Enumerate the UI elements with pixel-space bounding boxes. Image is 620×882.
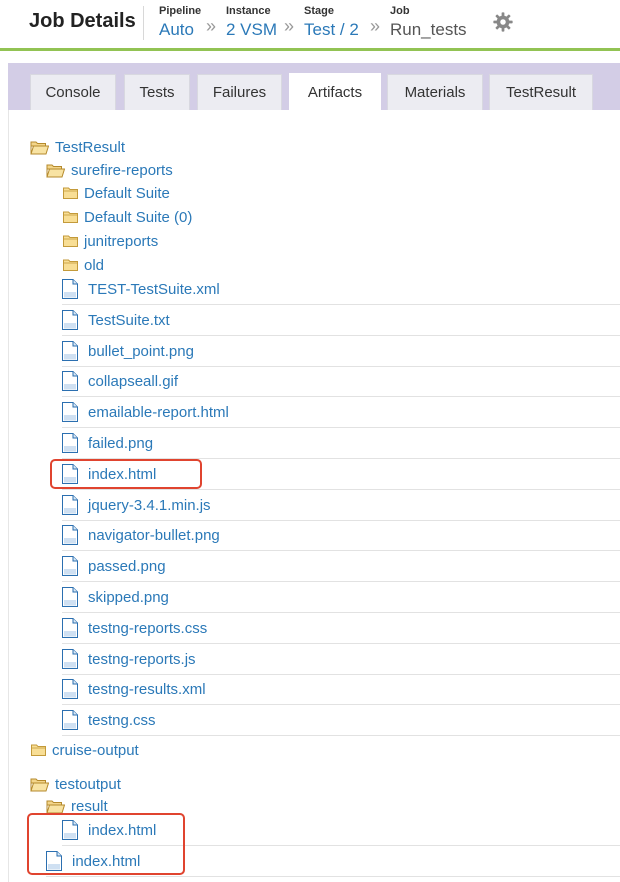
highlight-box xyxy=(50,459,202,489)
tree-file[interactable]: failed.png xyxy=(62,428,620,459)
folder-open-icon xyxy=(46,163,65,178)
tree-file[interactable]: skipped.png xyxy=(62,582,620,613)
folder-label: cruise-output xyxy=(52,741,139,759)
folder-label: Default Suite xyxy=(84,184,170,202)
tree-file[interactable]: passed.png xyxy=(62,551,620,582)
file-icon xyxy=(62,495,78,515)
tree-folder[interactable]: junitreports xyxy=(63,229,158,253)
folder-label: surefire-reports xyxy=(71,161,173,179)
file-label: TEST-TestSuite.xml xyxy=(88,280,220,298)
job-tabs: Console Tests Failures Artifacts Materia… xyxy=(8,63,620,111)
folder-icon xyxy=(63,235,78,247)
breadcrumb-separator: » xyxy=(370,16,381,36)
folder-label: TestResult xyxy=(55,138,126,156)
file-label: skipped.png xyxy=(88,588,169,606)
breadcrumb-separator: » xyxy=(284,16,295,36)
file-label: testng-reports.css xyxy=(88,619,208,637)
tab-materials[interactable]: Materials xyxy=(387,74,483,110)
breadcrumb-pipeline[interactable]: Pipeline Auto xyxy=(159,5,201,42)
file-icon xyxy=(62,587,78,607)
tab-testresult[interactable]: TestResult xyxy=(489,74,593,110)
breadcrumb-link[interactable]: Auto xyxy=(159,18,201,42)
highlight-box xyxy=(27,813,185,875)
tree-file[interactable]: testng.css xyxy=(62,705,620,736)
tab-tests[interactable]: Tests xyxy=(124,74,190,110)
file-icon xyxy=(62,402,78,422)
file-label: TestSuite.txt xyxy=(88,311,170,329)
breadcrumb-link[interactable]: Test / 2 xyxy=(304,18,359,42)
file-icon xyxy=(62,279,78,299)
tree-folder-testresult[interactable]: TestResult xyxy=(30,135,125,159)
tree-file[interactable]: navigator-bullet.png xyxy=(62,520,620,551)
tree-file[interactable]: testng-reports.js xyxy=(62,644,620,675)
breadcrumb-label: Pipeline xyxy=(159,5,202,17)
folder-label: testoutput xyxy=(55,775,121,793)
page-title: Job Details xyxy=(29,10,136,32)
tree-folder-testoutput[interactable]: testoutput xyxy=(30,772,121,796)
tab-console[interactable]: Console xyxy=(30,74,116,110)
folder-icon xyxy=(63,211,78,223)
folder-open-icon xyxy=(30,777,49,792)
breadcrumb-link[interactable]: 2 VSM xyxy=(226,18,277,42)
file-icon xyxy=(62,371,78,391)
file-icon xyxy=(62,710,78,730)
file-icon xyxy=(62,618,78,638)
breadcrumb-label: Job xyxy=(390,5,410,17)
breadcrumb-job: Job Run_tests xyxy=(390,5,467,42)
tree-file[interactable]: TestSuite.txt xyxy=(62,305,620,336)
artifacts-panel: TestResult surefire-reports Default Suit… xyxy=(8,110,620,882)
file-label: collapseall.gif xyxy=(88,372,179,390)
file-label: testng.css xyxy=(88,711,156,729)
folder-open-icon xyxy=(30,140,49,155)
file-label: failed.png xyxy=(88,434,154,452)
file-label: passed.png xyxy=(88,557,166,575)
breadcrumb-instance[interactable]: Instance 2 VSM xyxy=(226,5,277,42)
gear-icon[interactable] xyxy=(492,11,514,33)
file-label: jquery-3.4.1.min.js xyxy=(88,496,211,514)
tab-artifacts[interactable]: Artifacts xyxy=(289,73,381,111)
file-label: testng-results.xml xyxy=(88,680,206,698)
tree-file[interactable]: testng-results.xml xyxy=(62,674,620,705)
tree-folder[interactable]: Default Suite (0) xyxy=(63,205,192,229)
file-label: navigator-bullet.png xyxy=(88,526,220,544)
file-icon xyxy=(62,556,78,576)
folder-label: junitreports xyxy=(84,232,159,250)
header-divider xyxy=(143,6,144,40)
folder-label: Default Suite (0) xyxy=(84,208,193,226)
header-accent-line xyxy=(0,48,620,51)
file-icon xyxy=(62,433,78,453)
breadcrumb-separator: » xyxy=(206,16,217,36)
folder-open-icon xyxy=(46,799,65,814)
folder-icon xyxy=(63,187,78,199)
tree-file[interactable]: testng-reports.css xyxy=(62,613,620,644)
file-icon xyxy=(62,525,78,545)
file-label: bullet_point.png xyxy=(88,342,194,360)
folder-label: old xyxy=(84,256,105,274)
file-label: testng-reports.js xyxy=(88,650,196,668)
file-label: emailable-report.html xyxy=(88,403,229,421)
tree-file[interactable]: bullet_point.png xyxy=(62,336,620,367)
tree-file[interactable]: collapseall.gif xyxy=(62,366,620,397)
tree-file[interactable]: TEST-TestSuite.xml xyxy=(62,274,620,305)
tree-file[interactable]: emailable-report.html xyxy=(62,397,620,428)
folder-icon xyxy=(31,744,46,756)
tree-file[interactable]: jquery-3.4.1.min.js xyxy=(62,490,620,521)
breadcrumb-label: Stage xyxy=(304,5,334,17)
file-icon xyxy=(62,310,78,330)
folder-label: result xyxy=(71,797,108,815)
tab-failures[interactable]: Failures xyxy=(197,74,282,110)
job-header: Job Details Pipeline Auto » Instance 2 V… xyxy=(0,0,620,50)
breadcrumb-stage[interactable]: Stage Test / 2 xyxy=(304,5,359,42)
breadcrumb-label: Instance xyxy=(226,5,271,17)
tree-folder-cruise-output[interactable]: cruise-output xyxy=(31,738,139,762)
file-icon xyxy=(62,341,78,361)
folder-icon xyxy=(63,259,78,271)
tree-folder-surefire-reports[interactable]: surefire-reports xyxy=(46,158,173,182)
file-icon xyxy=(62,679,78,699)
breadcrumb-current: Run_tests xyxy=(390,20,467,39)
file-icon xyxy=(62,649,78,669)
tree-folder[interactable]: Default Suite xyxy=(63,181,170,205)
